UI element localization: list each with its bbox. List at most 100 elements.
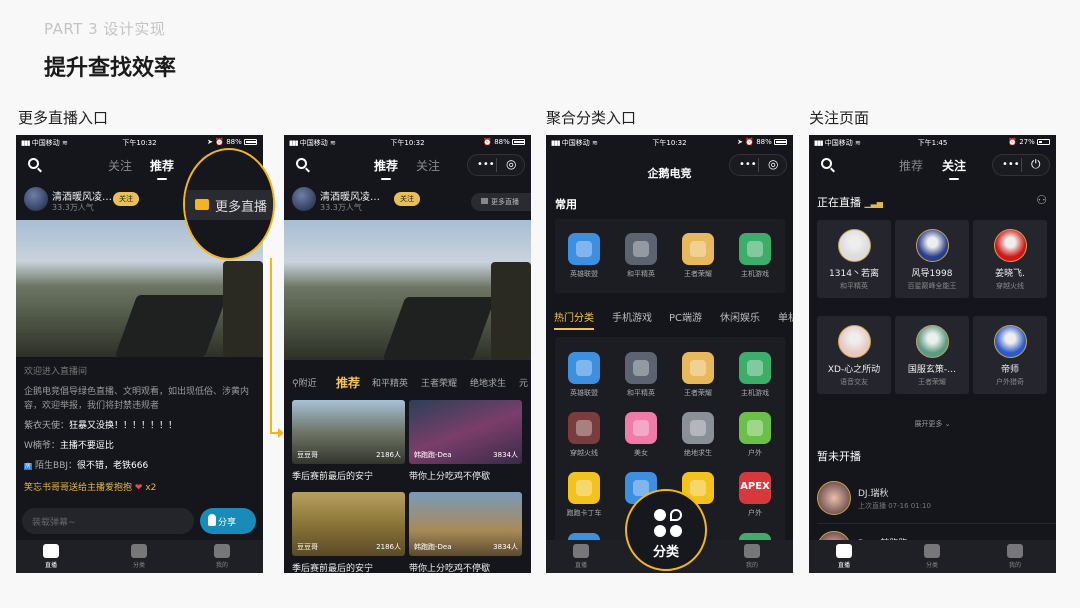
follow-button[interactable]: 关注 [113,192,139,206]
chat-user: W楠爷： [24,441,60,451]
streamer-name: 姜晓飞. [995,269,1025,279]
avatar[interactable] [817,481,851,515]
game-category-item[interactable]: 主机游戏 [739,233,771,279]
game-name: 户外 [748,509,762,517]
alarm-icon: ⏰ [215,138,224,146]
tab-mine[interactable]: 我的 [192,544,252,569]
category-tab[interactable]: 热门分类 [554,309,594,330]
live-streamer-card[interactable]: 帝师 户外猎奇 [973,316,1047,394]
game-icon [568,412,600,444]
more-icon[interactable]: ••• [1002,159,1020,170]
search-icon[interactable] [296,158,310,173]
streamer-category: 户外猎奇 [996,378,1024,386]
video-icon [43,544,59,558]
game-category-item[interactable]: 英雄联盟 [568,233,600,279]
tab-recommend[interactable]: 推荐 [899,157,923,174]
stream-title: 带你上分吃鸡不停歇 [409,472,491,482]
tab-follow[interactable]: 关注 [108,157,132,174]
category-tab[interactable]: 推荐 [336,374,360,391]
danmaku-input[interactable]: 装载弹幕~ [22,508,194,534]
search-icon[interactable] [821,158,835,173]
viewer-count: 2186人 [376,543,401,551]
category-tab[interactable]: PC端游 [669,309,702,324]
tab-live[interactable]: 直播 [21,544,81,569]
tab-recommend[interactable]: 推荐 [374,157,398,180]
live-streamer-card[interactable]: 国服玄策-… 王者荣耀 [895,316,969,394]
game-icon [682,233,714,265]
close-target-icon[interactable]: ◎ [506,157,516,171]
tab-label: 我的 [745,562,758,569]
tab-mine[interactable]: 我的 [985,544,1045,569]
live-streamer-card[interactable]: 风导1998 百星巅峰全能王 [895,220,969,298]
stream-card[interactable]: 豆豆哥 2186人 [292,492,405,556]
category-tab[interactable]: 手机游戏 [612,309,652,324]
tab-label: 分类 [925,562,938,569]
game-category-item[interactable]: 穿越火线 [568,412,600,458]
section-more-live: 更多直播入口 [18,109,109,127]
game-category-item[interactable]: 绝地求生 [682,412,714,458]
game-category-item[interactable]: 主机游戏 [739,352,771,398]
category-label: 分类 [652,545,679,560]
stream-card[interactable]: 豆豆哥 2186人 [292,400,405,464]
tab-label: 直播 [837,562,850,569]
game-category-item[interactable]: APEX 户外 [739,472,771,518]
category-tab[interactable]: ⚲附近 [292,376,317,389]
tab-live[interactable]: 直播 [551,544,611,569]
stream-card[interactable]: 韩跑跑-Dea 3834人 [409,492,522,556]
tab-label: 分类 [132,562,145,569]
live-video[interactable] [284,220,531,360]
avatar[interactable] [24,187,48,211]
game-category-item[interactable]: 和平精英 [625,233,657,279]
avatar [993,229,1027,262]
category-tab[interactable]: 单机 [778,309,793,324]
chat-message: 紫衣天使：狂暴又没换！！！！！！！ [24,419,177,433]
more-icon[interactable]: ••• [477,159,495,170]
category-tab[interactable]: 绝地求生 [470,376,506,389]
tab-follow[interactable]: 关注 [416,157,440,174]
game-category-item[interactable]: 和平精英 [625,352,657,398]
more-live-label[interactable]: 更多直播 [215,196,267,215]
page-title: 提升查找效率 [44,56,177,81]
live-now-label: 正在直播 [817,196,861,209]
game-category-item[interactable]: 跑跑卡丁车 [567,472,602,518]
battery-level: 27% [1019,138,1035,146]
game-category-item[interactable]: 美女 [625,412,657,458]
live-streamer-card[interactable]: 姜晓飞. 穿越火线 [973,220,1047,298]
tab-category[interactable]: 分类 [109,544,169,569]
expand-more-link[interactable]: 展开更多 ⌄ [809,419,1056,429]
tab-recommend[interactable]: 推荐 [150,157,174,180]
live-streamer-card[interactable]: XD-心之所动 语音交友 [817,316,891,394]
power-icon[interactable]: ⏻ [1031,157,1041,172]
game-category-item[interactable]: 王者荣耀 [682,352,714,398]
avatar[interactable] [292,187,316,211]
game-category-item[interactable]: 英雄联盟 [568,352,600,398]
game-icon: APEX [739,472,771,504]
tab-mine[interactable]: 我的 [722,544,782,569]
tab-follow[interactable]: 关注 [942,157,966,180]
phone-category: ▮▮▮ 中国移动 ≋ 下午10:32 ➤ ⏰ 88% ••• ◎ 企鹅电竞 常用 … [546,135,793,573]
category-tab[interactable]: 休闲娱乐 [720,309,760,324]
more-live-button[interactable]: 更多直播 [471,193,531,211]
share-button[interactable]: 分享 [200,508,256,534]
search-icon[interactable] [28,158,42,173]
game-category-item[interactable]: 户外 [739,412,771,458]
manage-follow-icon[interactable]: ⚇ [1036,193,1047,207]
category-tab[interactable]: 元 [519,376,528,389]
alarm-icon: ⏰ [745,138,754,146]
chat-text: 狂暴又没换！！！！！！！ [69,421,178,431]
game-category-item[interactable]: 王者荣耀 [682,233,714,279]
live-streamer-card[interactable]: 1314丶若离 和平精英 [817,220,891,298]
magnifier-category[interactable]: 分类 [625,489,707,571]
streamer-name: 清酒暖风凌… [52,192,112,203]
follow-button[interactable]: 关注 [394,192,420,206]
category-tab[interactable]: 王者荣耀 [421,376,457,389]
stream-card[interactable]: 韩跑跑-Dea 3834人 [409,400,522,464]
tab-label: 我的 [215,562,228,569]
stream-title: 季后赛前最后的安宁 [292,472,374,482]
tab-live[interactable]: 直播 [814,544,874,569]
live-bars-icon: ▁▃▅ [864,199,883,208]
category-tab[interactable]: 和平精英 [372,376,408,389]
tab-category[interactable]: 分类 [902,544,962,569]
video-icon [481,198,488,204]
category-tab-label: 单机 [778,313,793,324]
